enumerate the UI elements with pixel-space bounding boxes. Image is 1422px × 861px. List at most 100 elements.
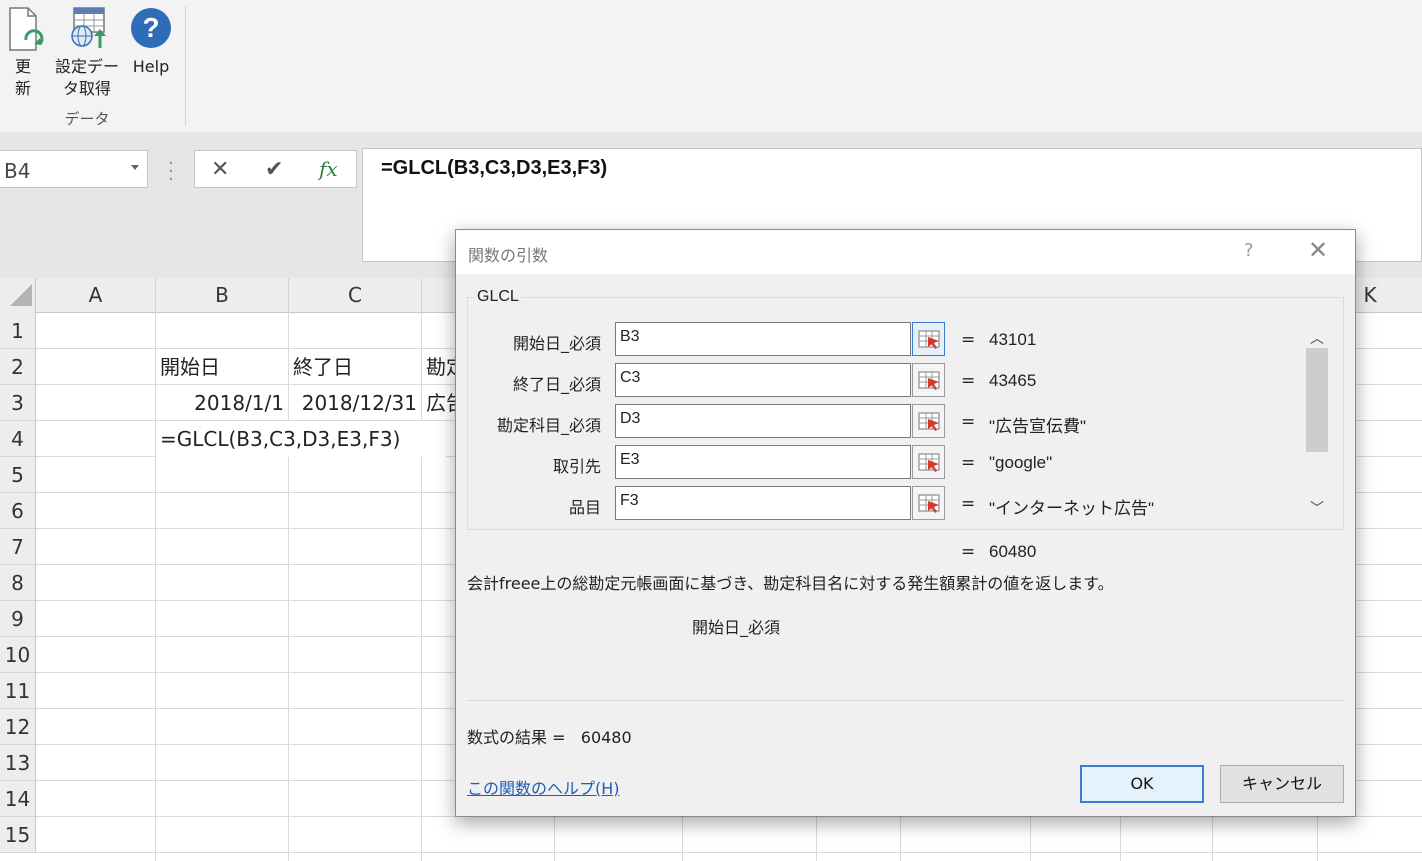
range-select-button[interactable] <box>912 486 945 520</box>
range-select-icon <box>918 371 940 390</box>
settings-data-label-1: 設定デー <box>54 57 119 76</box>
arg-equals: = <box>961 371 976 391</box>
row-header-7[interactable]: 7 <box>0 529 36 565</box>
chevron-down-icon[interactable] <box>131 165 139 170</box>
row-header-1[interactable]: 1 <box>0 313 36 349</box>
arg-equals: = <box>961 412 976 432</box>
arg-equals: = <box>961 330 976 350</box>
row-header-12[interactable]: 12 <box>0 709 36 745</box>
arg-result-start-date: 43101 <box>989 330 1037 349</box>
function-arguments-dialog: 関数の引数 ? ✕ GLCL 開始日_必須 B3 = 43101 終了日_必須 … <box>455 229 1356 817</box>
cell-c3[interactable]: 2018/12/31 <box>289 385 421 421</box>
arg-result-partner: "google" <box>989 453 1053 472</box>
arg-label-partner: 取引先 <box>552 457 601 476</box>
arg-label-account: 勘定科目_必須 <box>496 416 601 435</box>
formula-result: 数式の結果 = 60480 <box>467 724 632 748</box>
help-label: Help <box>132 57 170 76</box>
excel-window: 更 新 設定デー タ取得 ? Help データ B4 · · · ✕ ✔ fx … <box>0 0 1422 861</box>
row-header-9[interactable]: 9 <box>0 601 36 637</box>
cancel-button[interactable]: キャンセル <box>1220 765 1344 803</box>
help-button[interactable]: ? Help <box>128 4 174 78</box>
dialog-help-icon[interactable]: ? <box>1244 240 1254 261</box>
scroll-up-icon[interactable]: ︿ <box>1310 328 1324 348</box>
row-header-15[interactable]: 15 <box>0 817 36 853</box>
cell-b4[interactable]: =GLCL(B3,C3,D3,E3,F3) <box>156 421 446 457</box>
cancel-formula-icon[interactable]: ✕ <box>211 157 229 182</box>
dialog-titlebar[interactable]: 関数の引数 ? ✕ <box>456 230 1355 274</box>
range-select-button[interactable] <box>912 322 945 356</box>
select-all-icon <box>10 284 32 306</box>
column-header-a[interactable]: A <box>36 278 156 313</box>
arg-input-end-date[interactable]: C3 <box>615 363 911 397</box>
close-icon[interactable]: ✕ <box>1308 238 1328 262</box>
row-header-8[interactable]: 8 <box>0 565 36 601</box>
range-select-icon <box>918 412 940 431</box>
settings-data-label-2: タ取得 <box>62 79 111 98</box>
row-header-14[interactable]: 14 <box>0 781 36 817</box>
range-select-button[interactable] <box>912 445 945 479</box>
function-help-link[interactable]: この関数のヘルプ(H) <box>467 775 620 799</box>
row-header-13[interactable]: 13 <box>0 745 36 781</box>
ribbon-group-label: データ <box>64 110 110 128</box>
range-select-button[interactable] <box>912 363 945 397</box>
ribbon: 更 新 設定デー タ取得 ? Help データ <box>0 0 1422 132</box>
row-header-11[interactable]: 11 <box>0 673 36 709</box>
settings-data-button[interactable]: 設定デー タ取得 <box>52 4 122 100</box>
dialog-title: 関数の引数 <box>468 246 549 265</box>
arg-equals: = <box>961 494 976 514</box>
column-header-c[interactable]: C <box>289 278 422 313</box>
row-header-4[interactable]: 4 <box>0 421 36 457</box>
function-name: GLCL <box>475 288 521 306</box>
arg-result-end-date: 43465 <box>989 371 1037 390</box>
refresh-button[interactable]: 更 新 <box>4 4 44 100</box>
cell-b2[interactable]: 開始日 <box>156 349 288 385</box>
insert-function-icon[interactable]: fx <box>319 157 338 181</box>
function-result-equals: = <box>961 542 976 562</box>
dialog-divider <box>467 700 1344 701</box>
function-description: 会計freee上の総勘定元帳画面に基づき、勘定科目名に対する発生額累計の値を返し… <box>467 574 1114 593</box>
range-select-button[interactable] <box>912 404 945 438</box>
arg-input-partner[interactable]: E3 <box>615 445 911 479</box>
refresh-label-2: 新 <box>14 79 31 98</box>
function-result-value: 60480 <box>989 542 1037 561</box>
row-header-5[interactable]: 5 <box>0 457 36 493</box>
confirm-formula-icon[interactable]: ✔ <box>265 157 283 182</box>
argument-description: 開始日_必須 <box>692 618 781 637</box>
formula-result-label: 数式の結果 = <box>467 728 566 747</box>
range-select-icon <box>918 453 940 472</box>
formula-result-value: 60480 <box>580 728 632 747</box>
arg-input-item[interactable]: F3 <box>615 486 911 520</box>
arg-input-start-date[interactable]: B3 <box>615 322 911 356</box>
arg-label-item: 品目 <box>568 498 601 517</box>
name-box[interactable]: B4 <box>0 150 148 188</box>
arg-equals: = <box>961 453 976 473</box>
formula-buttons: ✕ ✔ fx <box>194 150 357 188</box>
arg-result-account: "広告宣伝費" <box>989 417 1087 436</box>
svg-text:?: ? <box>142 12 159 43</box>
arg-label-end-date: 終了日_必須 <box>512 375 601 394</box>
cell-c2[interactable]: 終了日 <box>289 349 421 385</box>
scrollbar-thumb[interactable] <box>1306 348 1328 452</box>
row-header-2[interactable]: 2 <box>0 349 36 385</box>
settings-data-icon <box>71 7 106 48</box>
range-select-icon <box>918 494 940 513</box>
ribbon-separator <box>185 6 186 126</box>
arg-input-account[interactable]: D3 <box>615 404 911 438</box>
arg-result-item: "インターネット広告" <box>989 499 1155 518</box>
ok-button[interactable]: OK <box>1080 765 1204 803</box>
refresh-document-icon <box>9 7 44 51</box>
row-header-6[interactable]: 6 <box>0 493 36 529</box>
grid-line <box>36 852 1422 853</box>
formula-bar-grip-icon[interactable]: · · · <box>168 155 174 189</box>
cell-b3[interactable]: 2018/1/1 <box>156 385 288 421</box>
row-header-3[interactable]: 3 <box>0 385 36 421</box>
range-select-icon <box>918 330 940 349</box>
scroll-down-icon[interactable]: ﹀ <box>1310 498 1324 518</box>
row-header-10[interactable]: 10 <box>0 637 36 673</box>
name-box-value: B4 <box>4 159 31 183</box>
arg-label-start-date: 開始日_必須 <box>512 334 601 353</box>
refresh-label-1: 更 <box>14 57 31 76</box>
column-header-b[interactable]: B <box>156 278 289 313</box>
arguments-scrollbar[interactable]: ︿ ﹀ <box>1304 326 1330 520</box>
help-icon: ? <box>131 8 171 48</box>
